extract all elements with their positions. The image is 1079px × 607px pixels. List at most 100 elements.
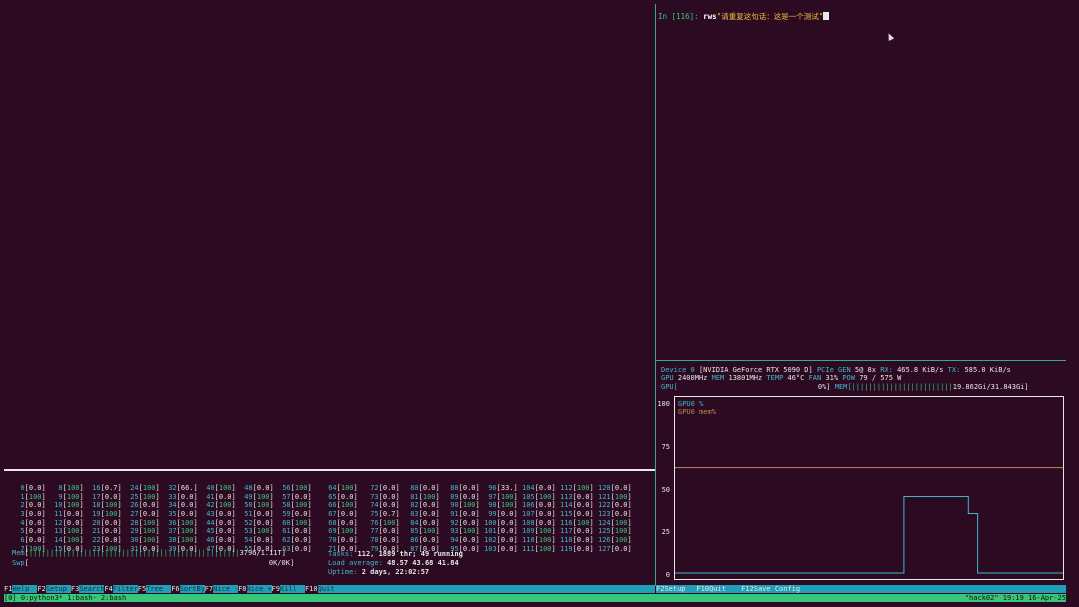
fkey-label[interactable]: Kill	[280, 585, 305, 593]
nv-memclock-label: MEM	[711, 374, 725, 383]
uptime-label: Uptime:	[328, 568, 362, 576]
fkey-f3[interactable]: F3	[70, 585, 80, 593]
cpu-usage-value: 0.0	[500, 510, 514, 519]
nv-pcie-label: PCIe GEN	[816, 366, 851, 374]
cpu-meter: 123[0.0]	[598, 510, 632, 519]
cpu-id: 118	[560, 536, 573, 545]
cpu-usage-value: 100	[180, 518, 194, 527]
cpu-usage-value: 0.0	[256, 536, 270, 545]
cpu-id: 34	[164, 501, 177, 510]
fkey-label[interactable]: Setup	[664, 585, 696, 593]
fkey-f6[interactable]: F6	[171, 585, 180, 593]
cpu-usage-value: 100	[576, 484, 590, 492]
fkey-label[interactable]: SortBy	[180, 585, 205, 593]
legend-entry: GPU0 %	[678, 400, 704, 408]
fkey-f9[interactable]: F9	[271, 585, 280, 593]
fkey-label[interactable]: Setup	[46, 585, 71, 593]
fkey-label[interactable]: Quit	[318, 585, 343, 593]
cpu-usage-value: 100	[294, 518, 308, 527]
fkey-f10[interactable]: F10	[304, 585, 318, 593]
cpu-meter: 124[100]	[598, 518, 632, 527]
cpu-usage-value: 0.0	[538, 484, 552, 492]
cpu-id: 14	[50, 536, 63, 545]
cpu-meter: 72[0.0]	[366, 484, 400, 492]
fkey-f5[interactable]: F5	[137, 585, 147, 593]
cpu-meter: 117[0.0]	[560, 527, 594, 536]
cpu-meter: 77[0.0]	[366, 527, 400, 536]
cpu-usage-value: 0.0	[294, 544, 308, 553]
fkey-label[interactable]: Nice -	[213, 585, 238, 593]
cpu-usage-value: 100	[500, 492, 514, 501]
cpu-usage-value: 100	[66, 501, 80, 510]
text-cursor	[823, 12, 830, 20]
cpu-usage-value: 0.0	[614, 484, 628, 492]
cpu-meter: 100[0.0]	[484, 518, 518, 527]
fkey-f10[interactable]: F10	[696, 585, 709, 593]
mem-value: 379G/1.11T	[239, 549, 282, 557]
cpu-usage-value: 0.0	[256, 518, 270, 527]
fkey-f1[interactable]: F1	[4, 585, 13, 593]
cpu-id: 57	[278, 492, 291, 501]
fkey-label[interactable]: Quit	[709, 585, 741, 593]
cpu-meter: 90[100]	[446, 501, 480, 510]
cpu-usage-value: 0.0	[256, 484, 270, 492]
nv-fan-value: 31%	[825, 374, 839, 383]
cpu-usage-value: 0.0	[340, 492, 354, 501]
cpu-meter: 103[0.0]	[484, 544, 518, 553]
cpu-meter: 61[0.0]	[278, 527, 312, 536]
mem-bar: ||||||||||||||||||||||||||||||||||||||||…	[28, 549, 240, 557]
fkey-label[interactable]: Help	[12, 585, 37, 593]
cpu-id: 59	[278, 510, 291, 519]
cpu-id: 105	[522, 492, 535, 501]
cpu-meter: 0[0.0]	[12, 484, 46, 492]
pane-divider-vertical[interactable]	[655, 4, 656, 586]
cpu-meter: 86[0.0]	[406, 536, 440, 545]
cpu-column: 88[0.0] 89[0.0] 90[100] 91[0.0] 92[0.0] …	[446, 484, 480, 554]
fkey-f7[interactable]: F7	[204, 585, 214, 593]
cpu-meter: 33[0.0]	[164, 492, 198, 501]
fkey-label[interactable]: Filter	[113, 585, 138, 593]
cpu-id: 50	[240, 501, 253, 510]
cpu-usage-value: 100	[256, 492, 270, 501]
cpu-meter: 9[100]	[50, 492, 84, 501]
tasks-label: Tasks:	[328, 550, 358, 558]
cpu-usage-value: 0.0	[28, 510, 42, 519]
cpu-id: 6	[12, 536, 25, 545]
cpu-usage-value: 0.0	[462, 484, 476, 492]
cpu-usage-value: 0.0	[382, 484, 396, 492]
fkey-label[interactable]: Tree	[146, 585, 171, 593]
cpu-column: 0[0.0] 1[100] 2[0.0] 3[0.0] 4[0.0] 5[0.0…	[12, 484, 46, 554]
fkey-label[interactable]: Nice +	[247, 585, 272, 593]
gpu-chart-frame: GPU0 % GPU0 mem%	[674, 396, 1064, 580]
cpu-id: 45	[202, 527, 215, 536]
fkey-f12[interactable]: F12	[741, 585, 754, 593]
fkey-f2[interactable]: F2	[656, 585, 664, 593]
cpu-usage-value: 0.0	[382, 501, 396, 510]
cpu-id: 28	[126, 518, 139, 527]
fkey-label[interactable]: Search	[79, 585, 104, 593]
cpu-id: 41	[202, 492, 215, 501]
cpu-id: 74	[366, 501, 379, 510]
cpu-column: 72[0.0] 73[0.0] 74[0.0] 75[0.7] 76[100] …	[366, 484, 400, 554]
ipython-prompt-line[interactable]: In [116]: rws"请重复这句话：这是一个测试"	[658, 11, 830, 22]
fkey-f8[interactable]: F8	[238, 585, 247, 593]
cpu-meter: 17[0.0]	[88, 492, 122, 501]
cpu-usage-value: 0.0	[576, 536, 590, 545]
cpu-id: 112	[560, 484, 573, 492]
fkey-f2[interactable]: F2	[37, 585, 46, 593]
cpu-meter: 16[0.7]	[88, 484, 122, 492]
cpu-usage-value: 0.0	[576, 510, 590, 519]
tmux-windows[interactable]: [0] 0:python3* 1:bash- 2:bash	[4, 594, 126, 602]
cpu-id: 124	[598, 518, 611, 527]
cpu-meter: 10[100]	[50, 501, 84, 510]
pane-divider-left[interactable]	[4, 469, 655, 471]
fkey-label[interactable]: Save Config	[754, 585, 800, 593]
cpu-column: 48[0.0] 49[100] 50[100] 51[0.0] 52[0.0] …	[240, 484, 274, 554]
pane-divider-right[interactable]	[656, 360, 1066, 361]
cpu-id: 116	[560, 518, 573, 527]
cpu-usage-value: 0.0	[28, 484, 42, 492]
cpu-column: 80[0.0] 81[100] 82[0.0] 83[0.0] 84[0.0] …	[406, 484, 440, 554]
load-label: Load average:	[328, 559, 388, 567]
cpu-id: 92	[446, 518, 459, 527]
fkey-f4[interactable]: F4	[104, 585, 113, 593]
